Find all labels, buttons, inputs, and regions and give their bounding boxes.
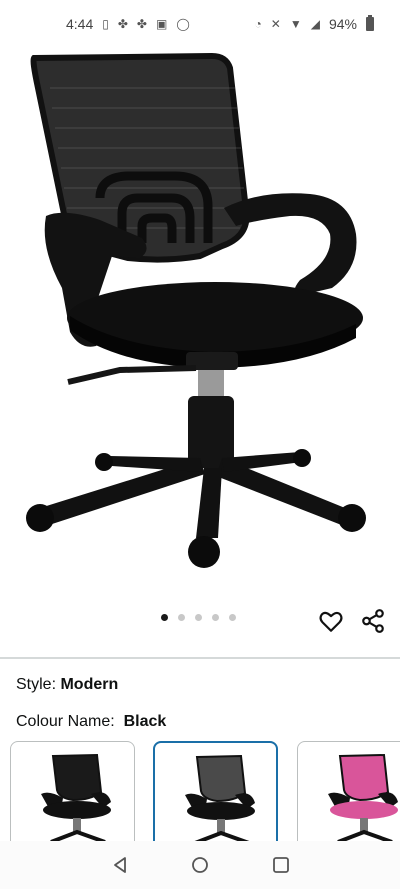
swatch-grey[interactable] — [153, 741, 278, 841]
swatch-black[interactable] — [10, 741, 135, 841]
sim-icon: ▯ — [102, 17, 109, 31]
data-saver-icon: ◔ — [254, 17, 262, 31]
pinwheel-icon: ✤ — [136, 17, 147, 31]
recents-icon[interactable] — [272, 856, 290, 874]
pinwheel-icon: ✤ — [117, 17, 128, 31]
carousel-dot[interactable] — [178, 614, 185, 621]
swatch-thumbnail — [328, 753, 398, 841]
battery-icon — [366, 15, 374, 31]
style-line: Style: Modern — [16, 676, 118, 694]
home-icon[interactable] — [191, 856, 209, 874]
swatch-thumbnail — [41, 753, 111, 841]
style-label: Style: — [16, 676, 57, 693]
carousel-dot[interactable] — [229, 614, 236, 621]
image-actions-row — [0, 604, 400, 636]
whatsapp-icon: ◯ — [176, 17, 190, 31]
right-armrest — [224, 193, 357, 296]
colour-value: Black — [123, 713, 167, 730]
carousel-dots[interactable] — [161, 614, 236, 621]
carousel-dot[interactable] — [212, 614, 219, 621]
signal-icon: ◢ — [310, 17, 320, 31]
colour-swatches — [0, 741, 400, 841]
style-value: Modern — [60, 676, 119, 693]
gas-cylinder — [198, 370, 224, 400]
mute-icon: ✕ — [270, 17, 281, 31]
wifi-icon: ▼ — [289, 17, 302, 31]
back-icon[interactable] — [112, 856, 128, 874]
carousel-dot[interactable] — [195, 614, 202, 621]
share-icon[interactable] — [360, 608, 386, 634]
height-lever — [67, 365, 197, 385]
status-left: 4:44 ▯ ✤ ✤ ▣ ◯ — [66, 16, 190, 32]
image-icon: ▣ — [155, 17, 168, 31]
status-bar: 4:44 ▯ ✤ ✤ ▣ ◯ ◔ ✕ ▼ ◢ 94% — [0, 0, 400, 48]
status-right: ◔ ✕ ▼ ◢ 94% — [254, 15, 374, 32]
swatch-pink[interactable] — [297, 741, 400, 841]
clock: 4:44 — [66, 16, 94, 32]
battery-percent: 94% — [328, 16, 357, 32]
heart-icon[interactable] — [318, 608, 344, 634]
product-image[interactable] — [0, 48, 400, 608]
colour-line: Colour Name: Black — [16, 713, 166, 731]
system-nav-bar — [0, 841, 400, 889]
colour-label: Colour Name: — [16, 713, 115, 730]
section-divider — [0, 657, 400, 659]
carousel-dot[interactable] — [161, 614, 168, 621]
swatch-thumbnail — [185, 754, 255, 841]
